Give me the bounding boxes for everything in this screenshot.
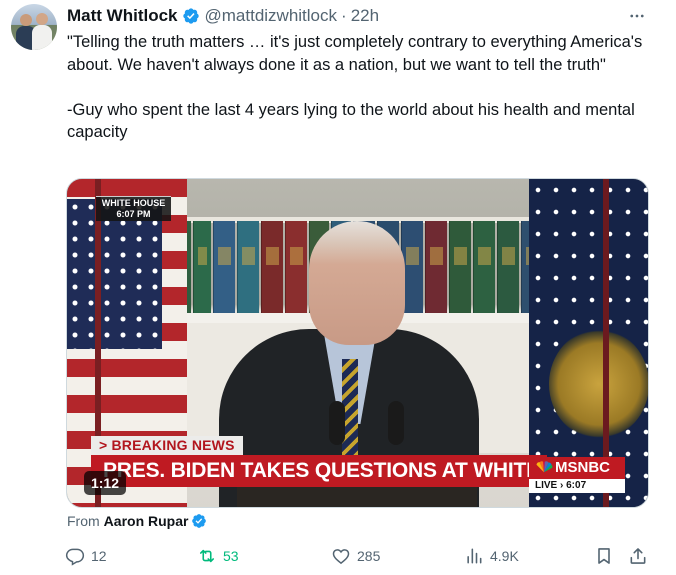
share-icon bbox=[630, 548, 646, 564]
live-indicator: LIVE › 6:07 bbox=[529, 479, 625, 493]
views-icon bbox=[467, 548, 482, 564]
speaker-head bbox=[309, 221, 405, 345]
separator: · bbox=[341, 6, 347, 25]
video-player[interactable]: WHITE HOUSE 6:07 PM > BREAKING NEWS PRES… bbox=[66, 178, 649, 508]
network-name: MSNBC bbox=[555, 459, 610, 476]
source-prefix: From bbox=[67, 513, 100, 529]
tweet-header: Matt Whitlock @mattdizwhitlock · 22h bbox=[67, 5, 379, 27]
bookmark-button[interactable] bbox=[594, 542, 614, 570]
network-logo: MSNBC bbox=[529, 457, 625, 479]
action-bar: 12 53 285 4.9K bbox=[0, 542, 676, 570]
source-name[interactable]: Aaron Rupar bbox=[104, 511, 189, 531]
location-bug: WHITE HOUSE 6:07 PM bbox=[96, 196, 171, 221]
bookmark-icon bbox=[598, 548, 610, 564]
chyron-headline: PRES. BIDEN TAKES QUESTIONS AT WHITE HOU… bbox=[91, 455, 547, 487]
video-source: From Aaron Rupar bbox=[67, 511, 207, 531]
like-count: 285 bbox=[357, 548, 381, 564]
more-icon bbox=[630, 14, 644, 18]
share-button[interactable] bbox=[628, 542, 648, 570]
presidential-seal bbox=[549, 329, 648, 439]
reply-icon bbox=[65, 548, 85, 566]
views-button[interactable]: 4.9K bbox=[464, 542, 519, 570]
retweet-count: 53 bbox=[223, 548, 239, 564]
bug-time: 6:07 PM bbox=[116, 209, 151, 219]
verified-badge-icon bbox=[192, 514, 207, 528]
reply-count: 12 bbox=[91, 548, 107, 564]
tweet-text: "Telling the truth matters … it's just c… bbox=[67, 33, 643, 141]
like-button[interactable]: 285 bbox=[331, 542, 380, 570]
verified-badge-icon bbox=[182, 8, 199, 24]
view-count: 4.9K bbox=[490, 548, 519, 564]
author-name[interactable]: Matt Whitlock bbox=[67, 6, 178, 26]
author-handle[interactable]: @mattdizwhitlock bbox=[205, 6, 338, 26]
microphone bbox=[329, 401, 345, 445]
timestamp[interactable]: 22h bbox=[351, 6, 379, 26]
video-duration: 1:12 bbox=[84, 471, 126, 495]
retweet-button[interactable]: 53 bbox=[197, 542, 239, 570]
tweet: Matt Whitlock @mattdizwhitlock · 22h "Te… bbox=[0, 0, 676, 575]
more-button[interactable] bbox=[626, 6, 648, 26]
avatar[interactable] bbox=[11, 4, 57, 50]
bug-location: WHITE HOUSE bbox=[101, 198, 166, 208]
retweet-icon bbox=[199, 549, 215, 563]
reply-button[interactable]: 12 bbox=[65, 542, 107, 570]
breaking-news-label: > BREAKING NEWS bbox=[91, 436, 243, 455]
peacock-icon bbox=[536, 461, 553, 473]
microphone bbox=[388, 401, 404, 445]
like-icon bbox=[332, 549, 350, 565]
